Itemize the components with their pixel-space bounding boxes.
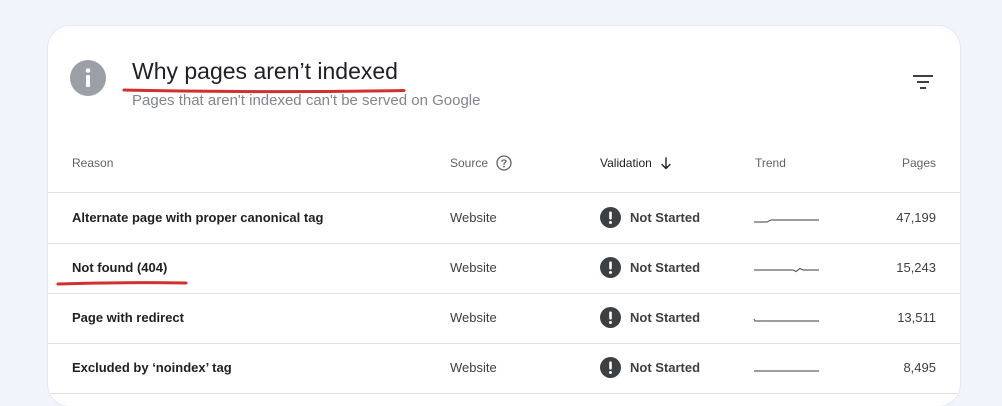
trend-sparkline: [754, 267, 819, 273]
table-row[interactable]: Excluded by ‘noindex’ tag Website Not St…: [48, 343, 960, 394]
exclamation-circle-icon: [600, 207, 621, 228]
why-pages-not-indexed-card: Why pages aren’t indexed Pages that aren…: [48, 26, 960, 406]
row-validation: Not Started: [600, 343, 700, 392]
row-reason: Excluded by ‘noindex’ tag: [72, 360, 232, 375]
row-pages: 8,495: [903, 360, 936, 375]
row-source: Website: [450, 310, 497, 325]
info-icon: [70, 60, 106, 96]
help-circle-icon[interactable]: [496, 155, 512, 171]
row-source: Website: [450, 210, 497, 225]
trend-sparkline: [753, 318, 819, 322]
filter-icon[interactable]: [910, 70, 936, 94]
row-reason: Page with redirect: [72, 310, 184, 325]
row-validation-label: Not Started: [630, 210, 701, 225]
row-reason: Alternate page with proper canonical tag: [72, 210, 324, 225]
arrow-down-icon: [661, 156, 671, 169]
row-validation-label: Not Started: [630, 310, 701, 325]
annotation-underline-title: [122, 88, 406, 94]
row-validation-label: Not Started: [630, 260, 701, 275]
table-header: Reason Source Validation Trend Pages: [48, 144, 960, 193]
row-pages: 13,511: [897, 310, 936, 325]
page-title: Why pages aren’t indexed: [132, 58, 398, 84]
row-validation-label: Not Started: [630, 360, 701, 375]
column-header-validation[interactable]: Validation: [600, 144, 672, 182]
column-header-reason[interactable]: Reason: [72, 144, 113, 192]
table-row[interactable]: Page with redirect Website Not Started 1…: [48, 293, 960, 344]
table-row[interactable]: Alternate page with proper canonical tag…: [48, 193, 960, 244]
annotation-underline-row: [56, 281, 188, 286]
trend-sparkline: [754, 219, 819, 223]
trend-sparkline: [754, 370, 819, 372]
row-pages: 47,199: [896, 210, 936, 225]
row-source: Website: [450, 260, 497, 275]
column-header-validation-label: Validation: [600, 156, 652, 170]
row-pages: 15,243: [896, 260, 936, 275]
column-header-pages[interactable]: Pages: [902, 144, 936, 192]
row-source: Website: [450, 360, 497, 375]
column-header-trend: Trend: [755, 156, 786, 170]
column-header-source[interactable]: Source: [450, 144, 512, 182]
exclamation-circle-icon: [600, 257, 621, 278]
exclamation-circle-icon: [600, 307, 621, 328]
column-header-source-label: Source: [450, 156, 489, 170]
row-validation: Not Started: [600, 243, 700, 292]
exclamation-circle-icon: [600, 357, 621, 378]
row-validation: Not Started: [600, 293, 700, 342]
row-validation: Not Started: [600, 193, 700, 242]
